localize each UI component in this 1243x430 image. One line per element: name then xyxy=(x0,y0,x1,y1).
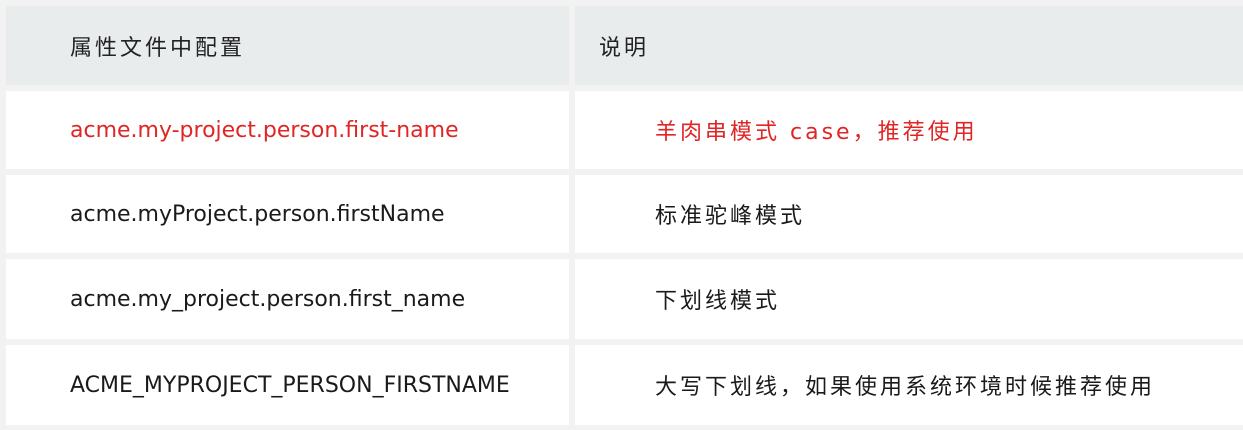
row-3-description: 下划线模式 xyxy=(655,289,781,314)
row-4-config: ACME_MYPROJECT_PERSON_FIRSTNAME xyxy=(70,372,510,398)
row-4-description: 大写下划线，如果使用系统环境时候推荐使用 xyxy=(655,375,1156,400)
row-1-config: acme.my-project.person.first-name xyxy=(70,117,459,143)
row-4-config-cell: ACME_MYPROJECT_PERSON_FIRSTNAME xyxy=(6,345,569,425)
header-config: 属性文件中配置 xyxy=(6,6,569,85)
row-4-description-cell: 大写下划线，如果使用系统环境时候推荐使用 xyxy=(575,345,1243,425)
row-3-config: acme.my_project.person.first_name xyxy=(70,286,466,312)
row-3-config-cell: acme.my_project.person.first_name xyxy=(6,259,569,339)
row-1-description-cell: 羊肉串模式 case，推荐使用 xyxy=(575,91,1243,169)
row-2-config: acme.myProject.person.firstName xyxy=(70,201,445,227)
row-3-description-cell: 下划线模式 xyxy=(575,259,1243,339)
row-1-config-cell: acme.my-project.person.first-name xyxy=(6,91,569,169)
row-2-config-cell: acme.myProject.person.firstName xyxy=(6,175,569,253)
header-description: 说明 xyxy=(575,6,1243,85)
row-1-description: 羊肉串模式 case，推荐使用 xyxy=(655,120,978,145)
config-naming-table: 属性文件中配置 说明 acme.my-project.person.first-… xyxy=(0,0,1243,430)
row-2-description-cell: 标准驼峰模式 xyxy=(575,175,1243,253)
row-2-description: 标准驼峰模式 xyxy=(655,204,806,229)
header-config-label: 属性文件中配置 xyxy=(70,35,246,61)
header-description-label: 说明 xyxy=(599,35,650,61)
